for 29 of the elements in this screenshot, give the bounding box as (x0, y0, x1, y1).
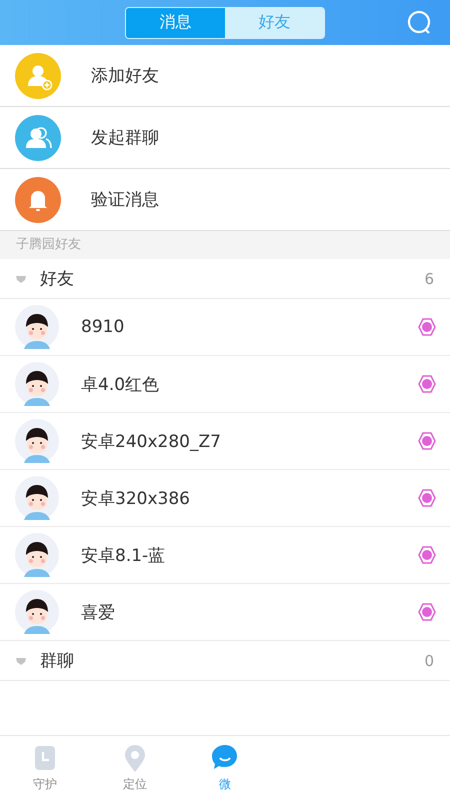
friend-name[interactable]: 喜爱 (81, 600, 418, 624)
search-icon[interactable] (407, 10, 432, 35)
avatar-icon (15, 419, 59, 463)
device-icon (418, 375, 436, 393)
friend-name[interactable]: 8910 (81, 317, 418, 337)
device-icon (418, 318, 436, 336)
avatar-icon (15, 590, 59, 634)
device-icon (418, 603, 436, 621)
device-icon (418, 432, 436, 450)
device-icon (418, 489, 436, 507)
avatar-icon (15, 305, 59, 349)
group-name[interactable]: 群聊 (40, 649, 424, 672)
friend-name[interactable]: 安卓8.1-蓝 (81, 544, 418, 566)
menu-item[interactable]: 验证消息 (91, 188, 159, 211)
device-icon (418, 546, 436, 564)
avatar-icon (15, 362, 59, 406)
menu-item[interactable]: 添加好友 (91, 64, 159, 87)
caret-icon[interactable] (16, 656, 26, 664)
avatar-icon (15, 476, 59, 520)
friend-name[interactable]: 卓4.0红色 (81, 372, 418, 396)
member-count: 6 (424, 270, 434, 288)
friend-name[interactable]: 安卓320x386 (81, 486, 418, 510)
menu-item[interactable]: 发起群聊 (91, 126, 159, 149)
section-title: 子腾园好友 (0, 231, 450, 259)
member-count: 0 (424, 652, 434, 670)
avatar-icon (15, 533, 59, 577)
friend-name[interactable]: 安卓240x280_Z7 (81, 430, 418, 452)
caret-icon[interactable] (16, 274, 26, 282)
group-name[interactable]: 好友 (40, 267, 424, 290)
